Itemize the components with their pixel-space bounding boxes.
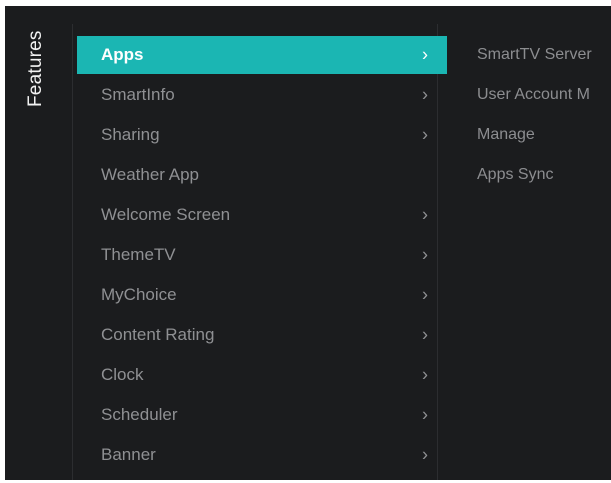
chevron-right-icon: › [422, 124, 428, 145]
tv-settings-ui: Features Apps › SmartInfo › Sharing › We… [5, 6, 611, 480]
apps-submenu: SmartTV Server User Account M Manage App… [457, 24, 611, 480]
chevron-right-icon: › [422, 444, 428, 465]
submenu-item-manage[interactable]: Manage [477, 116, 535, 154]
menu-item-banner[interactable]: Banner › [77, 436, 447, 474]
menu-item-label: Apps [101, 45, 144, 64]
menu-item-themetv[interactable]: ThemeTV › [77, 236, 447, 274]
menu-item-label: Weather App [101, 165, 199, 184]
chevron-right-icon: › [422, 44, 428, 65]
chevron-right-icon: › [422, 84, 428, 105]
menu-item-scheduler[interactable]: Scheduler › [77, 396, 447, 434]
menu-item-label: Clock [101, 365, 144, 384]
chevron-right-icon: › [422, 204, 428, 225]
menu-item-mychoice[interactable]: MyChoice › [77, 276, 447, 314]
menu-item-sharing[interactable]: Sharing › [77, 116, 447, 154]
menu-item-content-rating[interactable]: Content Rating › [77, 316, 447, 354]
submenu-item-user-account[interactable]: User Account M [477, 76, 590, 114]
menu-item-smartinfo[interactable]: SmartInfo › [77, 76, 447, 114]
chevron-right-icon: › [422, 284, 428, 305]
menu-item-apps[interactable]: Apps › [77, 36, 447, 74]
menu-item-weather-app[interactable]: Weather App [77, 156, 447, 194]
section-title: Features [25, 30, 46, 107]
submenu-item-apps-sync[interactable]: Apps Sync [477, 156, 553, 194]
menu-item-clock[interactable]: Clock › [77, 356, 447, 394]
submenu-item-smarttv-server[interactable]: SmartTV Server [477, 36, 592, 74]
menu-item-label: Content Rating [101, 325, 215, 344]
menu-item-label: Sharing [101, 125, 160, 144]
menu-item-label: MyChoice [101, 285, 177, 304]
menu-item-label: ThemeTV [101, 245, 176, 264]
menu-item-label: SmartInfo [101, 85, 175, 104]
chevron-right-icon: › [422, 244, 428, 265]
tv-screen: Features Apps › SmartInfo › Sharing › We… [0, 0, 611, 483]
chevron-right-icon: › [422, 364, 428, 385]
menu-item-label: Welcome Screen [101, 205, 231, 224]
chevron-right-icon: › [422, 324, 428, 345]
chevron-right-icon: › [422, 404, 428, 425]
menu-item-label: Scheduler [101, 405, 178, 424]
features-menu: Apps › SmartInfo › Sharing › Weather App… [72, 24, 447, 480]
menu-item-label: Banner [101, 445, 156, 464]
menu-item-welcome-screen[interactable]: Welcome Screen › [77, 196, 447, 234]
